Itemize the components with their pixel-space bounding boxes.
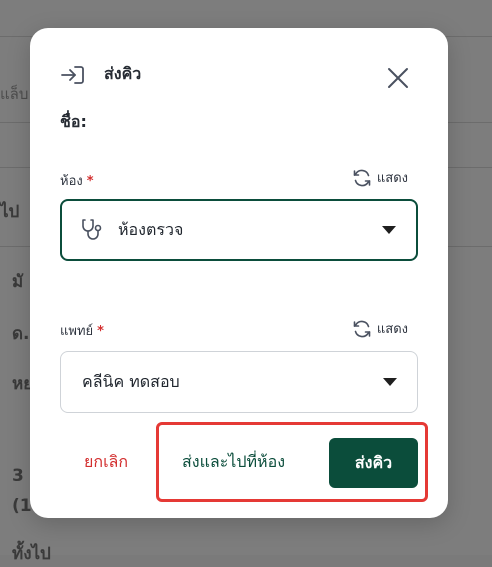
required-mark: * — [97, 324, 104, 339]
room-select-value: ห้องตรวจ — [118, 219, 184, 239]
background-text: (1 — [12, 496, 32, 516]
doctor-select[interactable]: คลีนิค ทดสอบ — [60, 351, 418, 413]
doctor-show-label: แสดง — [376, 322, 408, 337]
room-label: ห้อง * — [60, 170, 94, 191]
patient-name-label: ชื่อ: — [60, 112, 87, 131]
doctor-show-toggle[interactable]: แสดง — [352, 318, 408, 339]
stethoscope-icon — [82, 219, 102, 240]
send-queue-dialog: ส่งคิว ชื่อ: ห้อง * แสดง ห้องตรวจ แพทย์ * — [30, 28, 448, 518]
background-text: 3 — [12, 466, 24, 486]
doctor-label-text: แพทย์ — [60, 324, 94, 339]
room-show-toggle[interactable]: แสดง — [352, 167, 408, 188]
send-and-go-button[interactable]: ส่งและไปที่ห้อง — [182, 450, 285, 475]
send-queue-icon — [61, 65, 84, 84]
doctor-label: แพทย์ * — [60, 320, 104, 341]
background-text: แล็บ — [0, 85, 29, 103]
dialog-title: ส่งคิว — [104, 64, 142, 83]
doctor-select-value: คลีนิค ทดสอบ — [82, 371, 180, 391]
background-text: ด. — [12, 324, 30, 344]
room-show-label: แสดง — [376, 171, 408, 186]
background-text: ไป — [0, 202, 20, 222]
caret-down-icon — [383, 378, 397, 386]
dialog-header: ส่งคิว — [60, 62, 141, 87]
send-queue-button[interactable]: ส่งคิว — [329, 438, 418, 488]
caret-down-icon — [382, 226, 396, 234]
cancel-button[interactable]: ยกเลิก — [84, 450, 128, 475]
required-mark: * — [86, 174, 94, 189]
background-text: ทั้งไป — [12, 544, 51, 564]
room-label-text: ห้อง — [60, 174, 83, 189]
refresh-icon — [353, 320, 371, 337]
room-select[interactable]: ห้องตรวจ — [60, 199, 418, 261]
close-button[interactable] — [384, 64, 412, 92]
background-text: มั — [12, 272, 24, 292]
close-icon — [388, 68, 408, 88]
refresh-icon — [353, 169, 371, 186]
